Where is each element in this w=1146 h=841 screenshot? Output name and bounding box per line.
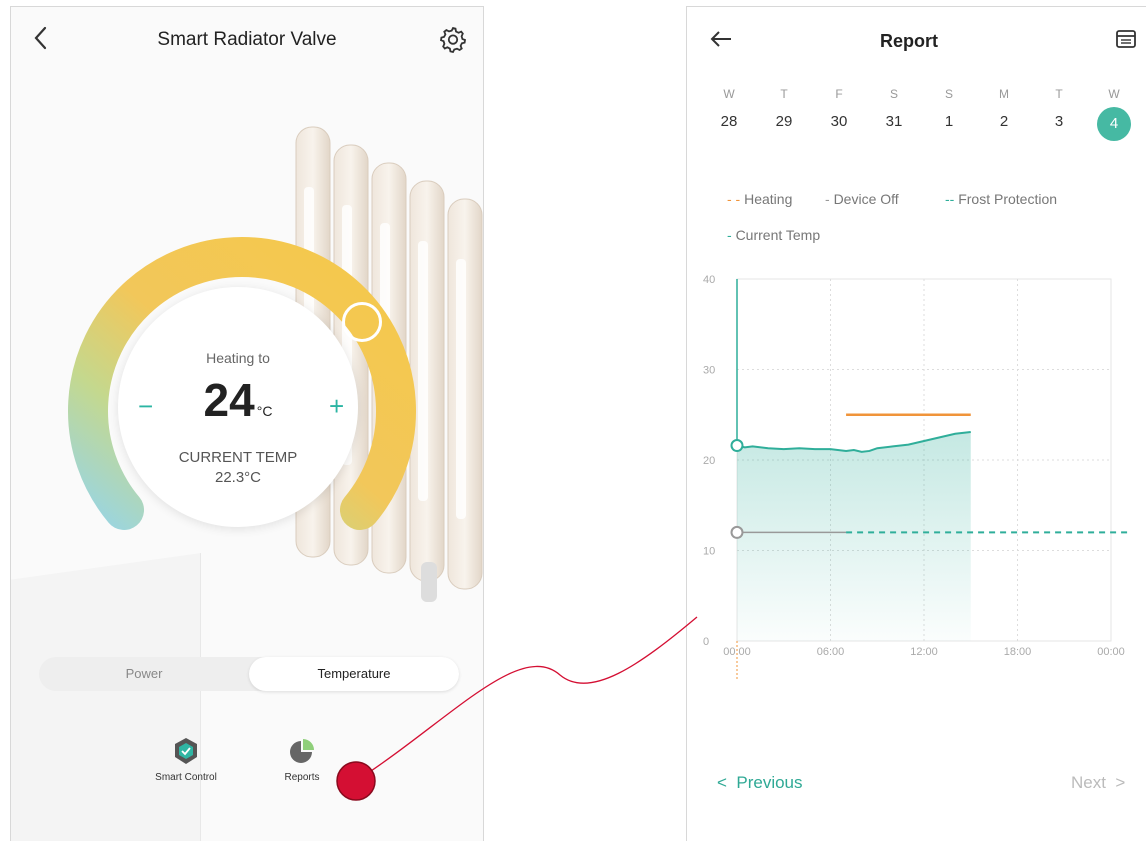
legend-heating: - - Heating: [727, 191, 793, 207]
day-3[interactable]: T3: [1039, 81, 1079, 141]
x-tick-label: 18:00: [1004, 646, 1032, 658]
radiator-fin-highlight: [456, 259, 466, 519]
smart-control-icon: [175, 738, 197, 764]
report-screen: Report W 28 T 29 F 30 S 31 S 1 M 2 T 3 W 4 - - Heating …: [686, 6, 1146, 841]
smart-control-button[interactable]: Smart Control: [146, 737, 226, 783]
set-temperature-value: 24: [203, 374, 255, 426]
legend-device-off-label: Device Off: [833, 191, 899, 207]
day-1[interactable]: S1: [929, 81, 969, 141]
increase-temp-button[interactable]: +: [329, 391, 344, 422]
previous-label: Previous: [736, 773, 803, 792]
dial-handle[interactable]: [342, 302, 382, 342]
settings-gear-icon[interactable]: [439, 25, 467, 53]
back-icon[interactable]: [31, 25, 51, 51]
x-tick-label: 00:00: [1097, 646, 1125, 658]
day-number: 28: [720, 113, 738, 130]
day-4[interactable]: W4: [1094, 81, 1134, 141]
current-temp-label: CURRENT TEMP: [178, 449, 298, 466]
day-number: 30: [830, 113, 848, 130]
day-number: 29: [775, 113, 793, 130]
day-number: 1: [944, 113, 954, 130]
x-tick-label: 12:00: [910, 646, 938, 658]
day-number: 2: [999, 113, 1009, 130]
y-tick-label: 0: [703, 636, 709, 648]
day-letter: S: [889, 87, 898, 101]
smart-control-label: Smart Control: [155, 772, 217, 783]
heating-to-label: Heating to: [206, 350, 270, 366]
x-tick-label: 00:00: [723, 646, 751, 658]
legend-heating-label: Heating: [744, 191, 793, 207]
y-tick-label: 30: [703, 365, 715, 377]
next-day-button[interactable]: Next >: [1071, 773, 1125, 793]
day-28[interactable]: W 28: [709, 81, 749, 141]
y-tick-label: 20: [703, 455, 715, 467]
x-tick-label: 06:00: [817, 646, 845, 658]
day-letter: S: [944, 87, 953, 101]
day-number-selected: 4: [1097, 107, 1131, 141]
reports-label: Reports: [284, 772, 320, 783]
next-label: Next: [1071, 773, 1106, 792]
day-letter: M: [999, 87, 1009, 101]
frost-start-marker: [730, 525, 744, 539]
day-letter: T: [780, 87, 788, 101]
day-29[interactable]: T 29: [764, 81, 804, 141]
room-background: [11, 552, 201, 841]
legend-current-temp: - Current Temp: [727, 227, 821, 243]
temperature-report-chart: 0 10 20 30 40 00:00 06:00 12:00 18:00 00:00: [703, 274, 1131, 681]
page-title: Report: [880, 31, 938, 51]
page-title: Smart Radiator Valve: [157, 29, 337, 50]
set-temperature: 24 °C: [118, 373, 358, 427]
day-number: 3: [1054, 113, 1064, 130]
day-letter: F: [835, 87, 843, 101]
tab-power[interactable]: Power: [39, 657, 249, 691]
day-31[interactable]: S 31: [874, 81, 914, 141]
current-temp-start-marker: [730, 439, 744, 453]
current-temp-value: 22.3°C: [214, 469, 262, 486]
legend-current-label: Current Temp: [735, 227, 821, 243]
y-tick-label: 40: [703, 274, 715, 286]
dial-center: Heating to 24 °C − + CURRENT TEMP 22.3°C: [118, 287, 358, 527]
day-2[interactable]: M2: [984, 81, 1024, 141]
reports-button[interactable]: Reports: [262, 737, 342, 783]
legend-device-off: - Device Off: [825, 191, 899, 207]
day-letter: T: [1055, 87, 1063, 101]
smart-radiator-screen: Smart Radiator Valve Heating to 24 °C − +…: [10, 6, 484, 841]
radiator-fin-highlight: [418, 241, 428, 501]
mode-toggle: Power Temperature: [39, 657, 459, 691]
day-number: 31: [885, 113, 903, 130]
current-temp-area: [737, 431, 971, 641]
tab-temperature[interactable]: Temperature: [249, 657, 459, 691]
day-30[interactable]: F 30: [819, 81, 859, 141]
day-letter: W: [1108, 87, 1120, 101]
set-temperature-unit: °C: [256, 403, 273, 419]
reports-pie-icon: [290, 739, 314, 763]
previous-day-button[interactable]: < Previous: [717, 773, 803, 793]
day-letter: W: [723, 87, 735, 101]
calendar-icon[interactable]: [1115, 27, 1137, 49]
y-tick-label: 10: [703, 546, 715, 558]
legend-frost-protection: -- Frost Protection: [945, 191, 1058, 207]
legend-frost-label: Frost Protection: [958, 191, 1058, 207]
decrease-temp-button[interactable]: −: [138, 391, 153, 422]
